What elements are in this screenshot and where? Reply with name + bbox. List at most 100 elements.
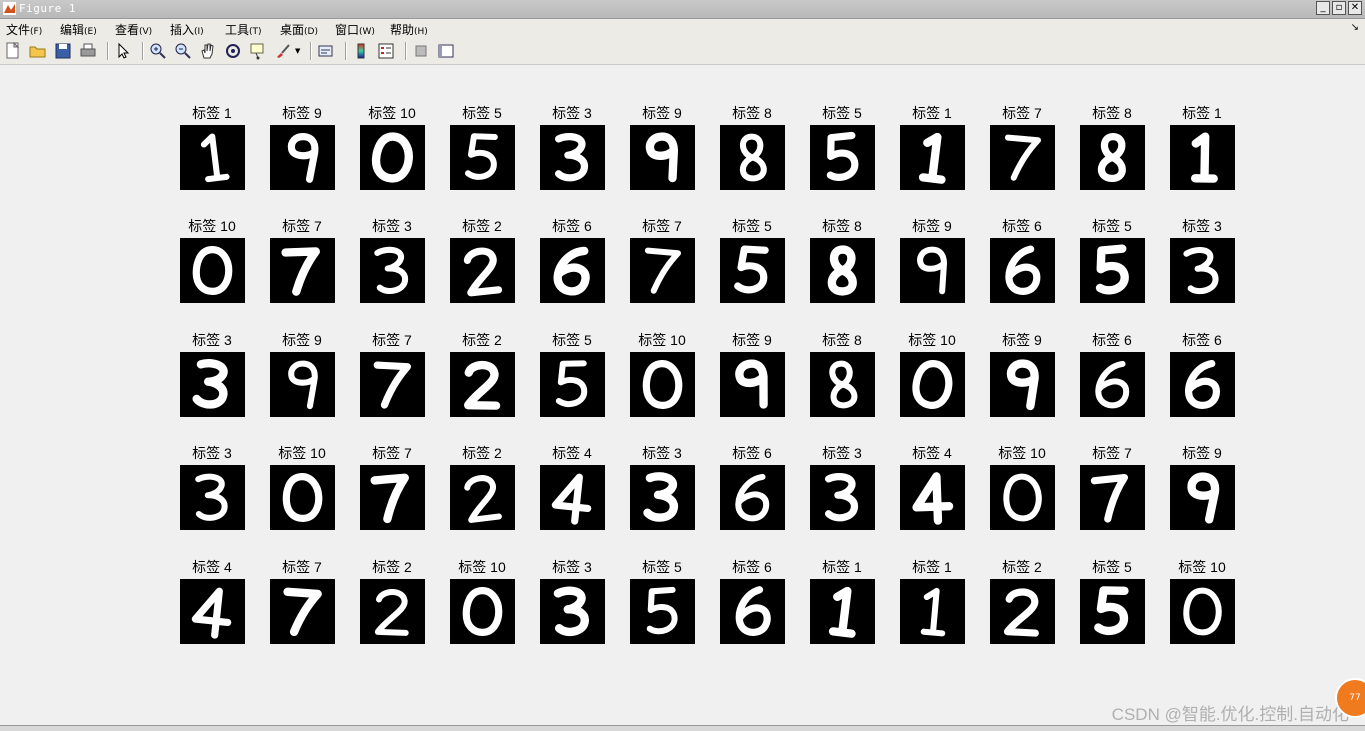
subplot-title: 标签 3 [1182,218,1222,234]
figure-toolbar: ▼ [0,38,1365,65]
brush-icon[interactable] [274,42,292,60]
digit-image [810,125,875,190]
figure-canvas: 标签 1 标签 9 标签 10 标签 5 标签 3 标签 9 标签 8 标签 5 标签 1 标签 … [0,65,1365,725]
subplot-title: 标签 5 [1092,218,1132,234]
menu-item-0[interactable]: 文件(F) [6,21,42,38]
menu-item-label: 插入 [170,23,195,37]
handwritten-digit [1003,473,1042,522]
maximize-button[interactable]: ▫ [1332,1,1346,15]
menu-item-label: 编辑 [60,23,85,37]
print-icon[interactable] [79,42,97,60]
handwritten-digit [555,360,588,407]
subplot-title: 标签 1 [912,105,952,121]
close-button[interactable]: ✕ [1348,1,1362,15]
minimize-button[interactable]: _ [1316,1,1330,15]
handwritten-digit [464,133,498,180]
digit-image [720,125,785,190]
handwritten-digit [1090,473,1129,523]
digit-image [180,352,245,417]
subplot-title: 标签 1 [1182,105,1222,121]
menu-item-accelerator: (H) [414,27,428,37]
digit-image [810,238,875,303]
show-plot-tools-icon[interactable] [437,42,455,60]
subplot-title: 标签 10 [188,218,236,234]
handwritten-digit [192,246,233,295]
menu-item-5[interactable]: 桌面(D) [280,21,318,38]
handwritten-digit [1097,133,1126,182]
subplot-title: 标签 10 [638,332,686,348]
subplot-title: 标签 4 [192,559,232,575]
handwritten-digit [1095,360,1130,409]
subplot-title: 标签 5 [1092,559,1132,575]
digit-image [450,465,515,530]
subplot-title: 标签 5 [642,559,682,575]
watermark: CSDN @智能.优化.控制.自动化 [1111,705,1349,724]
handwritten-digit [1190,132,1218,183]
digit-image [810,352,875,417]
subplot-title: 标签 3 [192,332,232,348]
handwritten-digit [195,473,228,521]
zoom-out-icon[interactable] [174,42,192,60]
handwritten-digit [371,132,413,183]
open-file-icon[interactable] [29,42,47,60]
handwritten-digit [1005,245,1041,295]
menu-item-1[interactable]: 编辑(E) [60,21,97,38]
menu-item-accelerator: (F) [30,27,43,37]
menu-item-3[interactable]: 插入(I) [170,21,204,38]
digit-image [990,465,1055,530]
handwritten-digit [917,246,948,295]
rotate-3d-icon[interactable] [224,42,242,60]
digit-image [540,352,605,417]
digit-image [360,465,425,530]
menu-item-7[interactable]: 帮助(H) [390,21,428,38]
menu-item-4[interactable]: 工具(T) [225,21,262,38]
menu-item-6[interactable]: 窗口(W) [335,21,375,38]
handwritten-digit [918,132,946,184]
matlab-icon [3,2,16,15]
edit-plot-arrow-icon[interactable] [114,42,132,60]
menu-item-2[interactable]: 查看(V) [115,21,152,38]
handwritten-digit [374,246,409,294]
digit-image [810,465,875,530]
handwritten-digit [1094,586,1129,636]
menu-item-accelerator: (D) [304,27,318,37]
subplot-title: 标签 8 [822,218,862,234]
subplot-title: 标签 6 [732,559,772,575]
subplot-title: 标签 3 [642,445,682,461]
data-cursor-icon[interactable] [249,42,267,60]
subplot-title: 标签 10 [1178,559,1226,575]
digit-image [1170,465,1235,530]
digit-image [360,125,425,190]
subplot-title: 标签 3 [552,105,592,121]
digit-image [630,465,695,530]
menu-bar: ↘ 文件(F) 编辑(E) 查看(V) 插入(I) 工具(T) 桌面(D) 窗口(W) 帮助(… [0,19,1365,38]
hide-plot-tools-icon[interactable] [412,42,430,60]
subplot-title: 标签 5 [462,105,502,121]
colorbar-icon[interactable] [352,42,370,60]
subplot-title: 标签 4 [912,445,952,461]
save-icon[interactable] [54,42,72,60]
digit-image [630,238,695,303]
brush-dropdown-icon[interactable]: ▼ [295,47,300,55]
subplot-title: 标签 3 [372,218,412,234]
subplot-title: 标签 9 [1002,332,1042,348]
window-title-bar[interactable]: Figure 1 _ ▫ ✕ [0,0,1365,19]
legend-icon[interactable] [377,42,395,60]
zoom-in-icon[interactable] [149,42,167,60]
subplot-title: 标签 7 [372,332,412,348]
new-figure-icon[interactable] [4,41,22,60]
dock-arrow-icon[interactable]: ↘ [1351,22,1359,33]
pan-hand-icon[interactable] [199,42,217,60]
subplot-title: 标签 10 [998,445,1046,461]
subplot-title: 标签 2 [1002,559,1042,575]
handwritten-digit [644,247,682,294]
handwritten-digit [645,132,679,183]
subplot-title: 标签 7 [1092,445,1132,461]
menu-item-accelerator: (T) [249,27,262,37]
subplot-title: 标签 6 [732,445,772,461]
handwritten-digit [281,247,320,296]
link-plot-icon[interactable] [317,42,335,60]
subplot-title: 标签 8 [732,105,772,121]
handwritten-digit [735,586,771,636]
digit-image [1080,238,1145,303]
